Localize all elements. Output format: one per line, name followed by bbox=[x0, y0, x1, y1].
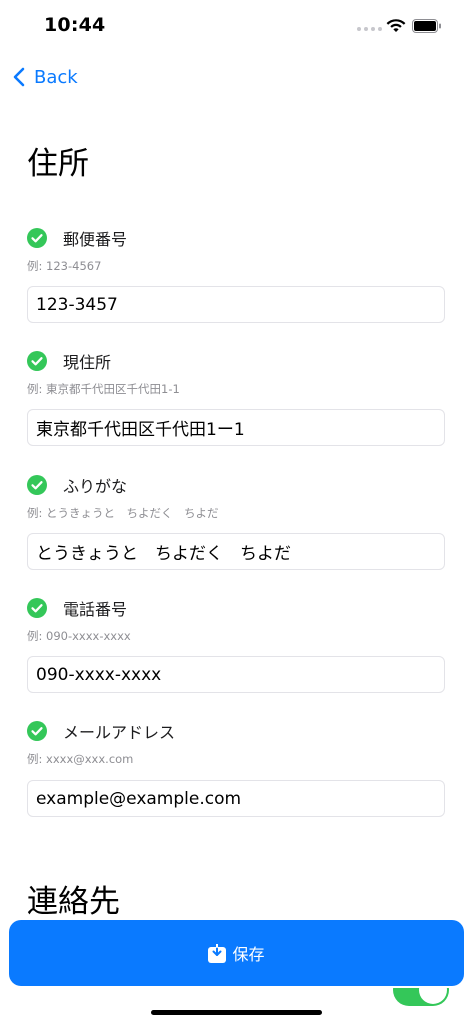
checkmark-circle-icon bbox=[27, 475, 47, 495]
section-title-address: 住所 bbox=[27, 146, 89, 182]
postal-code-input[interactable] bbox=[27, 286, 445, 323]
field-label-row-email: メールアドレス bbox=[27, 720, 175, 742]
field-label-address: 現住所 bbox=[63, 353, 112, 372]
field-hint-phone: 例: 090-xxxx-xxxx bbox=[27, 629, 131, 643]
back-label: Back bbox=[34, 66, 78, 88]
address-input[interactable] bbox=[27, 409, 445, 446]
field-label-furigana: ふりがな bbox=[63, 477, 128, 496]
field-label-row-address: 現住所 bbox=[27, 350, 111, 372]
battery-icon bbox=[412, 19, 441, 33]
status-bar: 10:44 bbox=[0, 0, 473, 54]
home-indicator bbox=[151, 1010, 322, 1015]
field-label-row-phone: 電話番号 bbox=[27, 597, 127, 619]
cellular-signal-icon bbox=[357, 27, 382, 31]
field-label-email: メールアドレス bbox=[63, 723, 176, 742]
back-button[interactable]: Back bbox=[13, 64, 78, 90]
chevron-left-icon bbox=[13, 67, 25, 87]
field-label-phone: 電話番号 bbox=[63, 600, 128, 619]
phone-input[interactable] bbox=[27, 656, 445, 693]
save-label: 保存 bbox=[232, 945, 265, 964]
field-hint-email: 例: xxxx@xxx.com bbox=[27, 752, 134, 766]
status-time: 10:44 bbox=[44, 14, 106, 36]
checkmark-circle-icon bbox=[27, 351, 47, 371]
save-button[interactable]: 保存 bbox=[9, 920, 464, 986]
field-label-row-furigana: ふりがな bbox=[27, 474, 127, 496]
email-input[interactable] bbox=[27, 780, 445, 817]
checkmark-circle-icon bbox=[27, 721, 47, 741]
field-hint-furigana: 例: とうきょうと ちよだく ちよだ bbox=[27, 506, 219, 520]
checkmark-circle-icon bbox=[27, 228, 47, 248]
field-hint-address: 例: 東京都千代田区千代田1-1 bbox=[27, 382, 180, 396]
download-tray-icon bbox=[208, 943, 227, 963]
checkmark-circle-icon bbox=[27, 598, 47, 618]
field-label-row-postal: 郵便番号 bbox=[27, 227, 127, 249]
section-title-contact: 連絡先 bbox=[27, 884, 120, 920]
furigana-input[interactable] bbox=[27, 533, 445, 570]
contact-toggle[interactable] bbox=[393, 988, 449, 1006]
field-label-postal: 郵便番号 bbox=[63, 230, 128, 249]
field-hint-postal: 例: 123-4567 bbox=[27, 259, 102, 273]
wifi-icon bbox=[386, 19, 406, 32]
